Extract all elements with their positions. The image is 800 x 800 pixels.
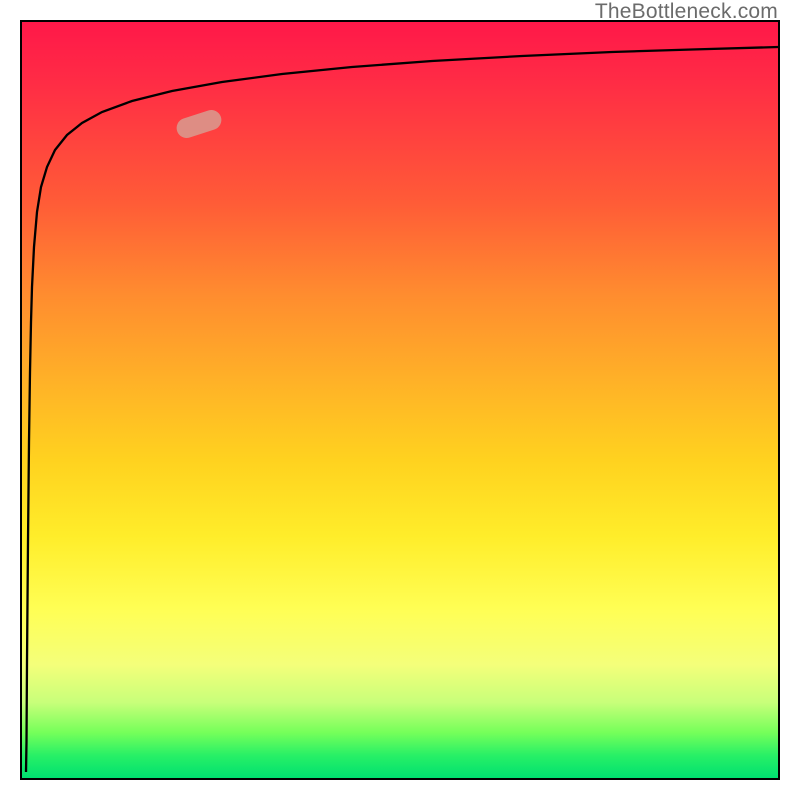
bottleneck-curve (26, 47, 778, 772)
curve-svg (22, 22, 778, 778)
chart-frame: TheBottleneck.com (0, 0, 800, 800)
plot-area (20, 20, 780, 780)
